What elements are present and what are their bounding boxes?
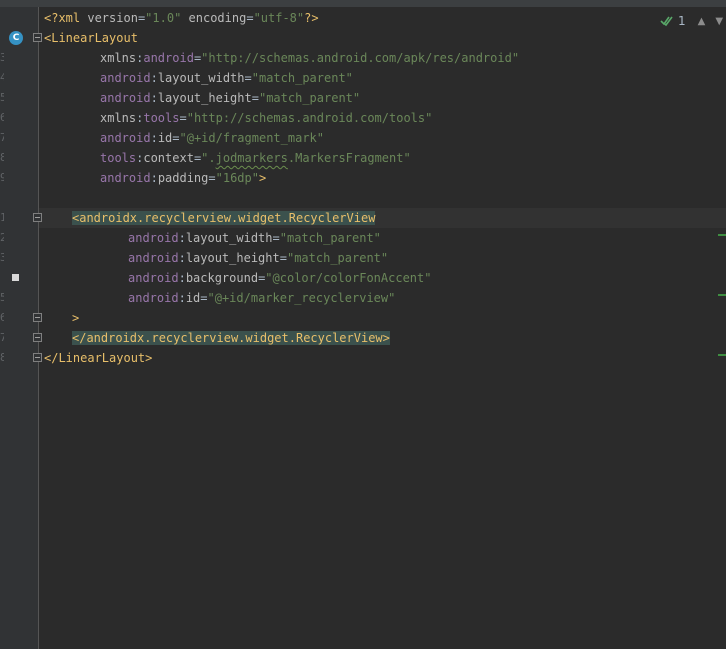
code-line-5[interactable]: android:layout_height="match_parent" [100,88,360,108]
line-number: 4 [0,71,4,84]
code-line-15[interactable]: android:id="@+id/marker_recyclerview" [128,288,395,308]
code-line-7[interactable]: android:id="@+id/fragment_mark" [100,128,324,148]
code-line-17[interactable]: </androidx.recyclerview.widget.RecyclerV… [72,328,390,348]
code-line-3[interactable]: xmlns:android="http://schemas.android.co… [100,48,519,68]
line-number: 9 [0,171,4,184]
editor-gutter[interactable] [0,7,38,649]
code-line-9[interactable]: android:padding="16dp"> [100,168,266,188]
double-check-icon [660,15,674,27]
line-number: 3 [0,251,4,264]
spelling-warning: jodmarkers [215,151,288,165]
inspection-widget[interactable]: 1 ▲ ▼ [660,12,723,30]
chevron-down-icon[interactable]: ▼ [715,16,723,27]
fold-open-icon[interactable] [33,33,42,42]
code-line-12[interactable]: android:layout_width="match_parent" [128,228,381,248]
line-number: 1 [0,211,4,224]
line-number: 6 [0,311,4,324]
code-line-6[interactable]: xmlns:tools="http://schemas.android.com/… [100,108,432,128]
code-line-8[interactable]: tools:context=".jodmarkers.MarkersFragme… [100,148,411,168]
line-number: 7 [0,331,4,344]
code-line-1[interactable]: <?xml version="1.0" encoding="utf-8"?> [44,8,319,28]
line-number: 5 [0,91,4,104]
code-line-13[interactable]: android:layout_height="match_parent" [128,248,388,268]
code-line-11[interactable]: <androidx.recyclerview.widget.RecyclerVi… [72,208,376,228]
line-number: 7 [0,131,4,144]
code-line-4[interactable]: android:layout_width="match_parent" [100,68,353,88]
code-line-18[interactable]: </LinearLayout> [44,348,152,368]
line-number: 2 [0,231,4,244]
line-number: 3 [0,51,4,64]
fold-end-icon[interactable] [33,353,42,362]
bookmark-icon[interactable] [12,274,19,281]
fold-open-icon[interactable] [33,213,42,222]
inspection-count: 1 [678,14,686,28]
line-number: 6 [0,111,4,124]
class-reference-icon[interactable]: C [9,31,23,45]
fold-end-icon[interactable] [33,333,42,342]
code-line-16[interactable]: > [72,308,79,328]
line-number: 5 [0,291,4,304]
code-line-14[interactable]: android:background="@color/colorFonAccen… [128,268,431,288]
code-line-2[interactable]: <LinearLayout [44,28,138,48]
fold-end-icon[interactable] [33,313,42,322]
editor-top-strip [0,0,726,7]
scrollbar-marker[interactable] [718,354,726,356]
line-number: 8 [0,351,4,364]
scrollbar-marker[interactable] [718,294,726,296]
gutter-separator [38,7,39,649]
line-number: 8 [0,151,4,164]
chevron-up-icon[interactable]: ▲ [698,16,706,27]
scrollbar-marker[interactable] [718,234,726,236]
